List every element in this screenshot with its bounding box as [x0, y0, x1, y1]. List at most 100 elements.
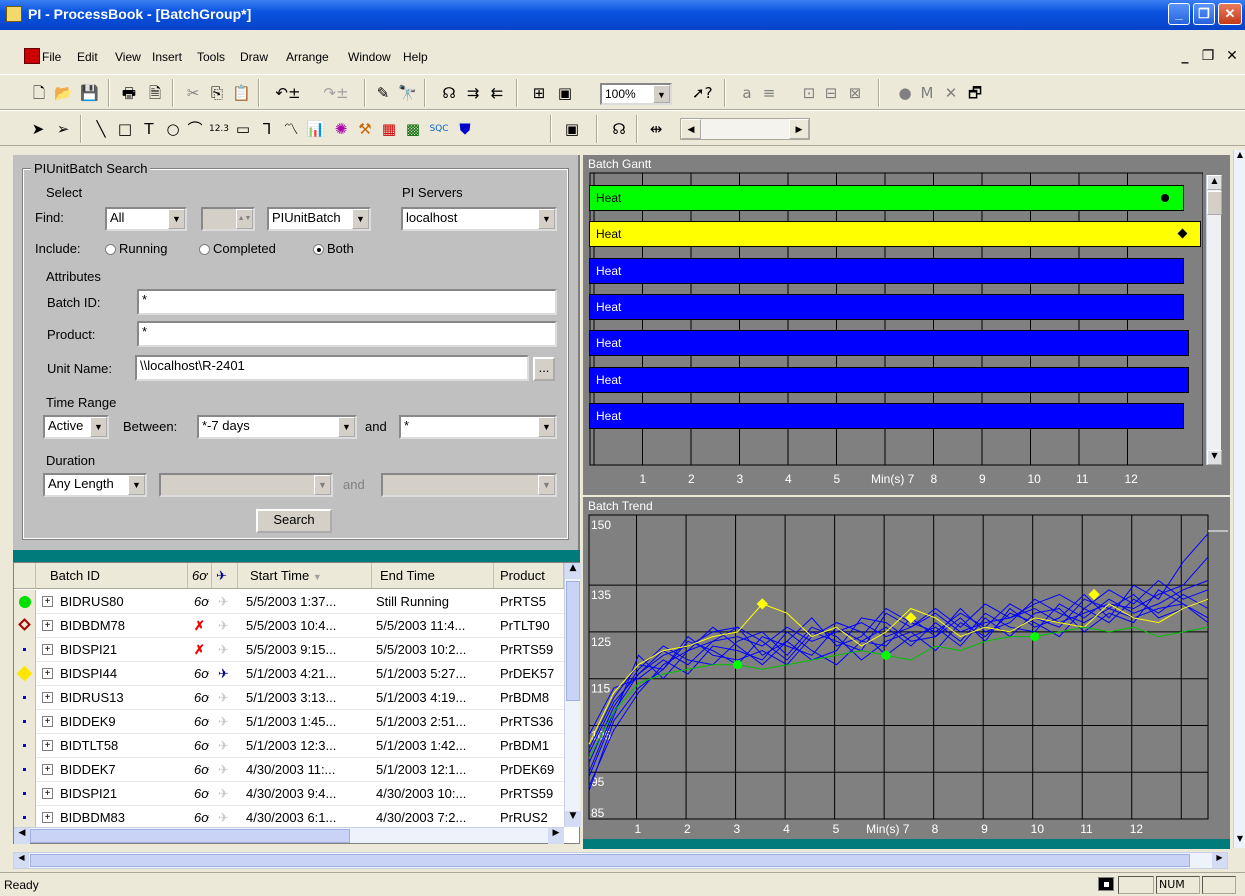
table-row[interactable]: + BIDBDM78 ✗ ✈ 5/5/2003 10:4... 5/5/2003 11:4… [14, 614, 564, 638]
connector-icon[interactable]: ⅂ [258, 119, 276, 139]
text-tool-icon[interactable]: T [140, 119, 158, 139]
glasses-icon[interactable]: 6ơ [194, 590, 209, 614]
glasses-icon[interactable]: 6ơ [194, 686, 209, 710]
display-icon[interactable]: ▣ [562, 119, 582, 139]
time-mode-select[interactable]: Active ▼ [43, 415, 109, 439]
chart-icon[interactable]: ▦ [380, 119, 398, 139]
gantt-vertical-scrollbar[interactable]: ▲ ▼ [1206, 175, 1222, 465]
rectangle-icon[interactable]: □ [116, 119, 134, 139]
duration-min-select[interactable]: ▼ [159, 473, 333, 497]
expand-icon[interactable]: + [42, 668, 53, 679]
table-row[interactable]: + BIDSPI21 ✗ ✈ 5/5/2003 9:15... 5/5/2003 10:2… [14, 638, 564, 662]
menu-insert[interactable]: Insert [152, 50, 182, 64]
mdi-restore-button[interactable]: ❐ [1198, 48, 1218, 66]
menu-file[interactable]: File [42, 50, 61, 64]
gantt-bar[interactable]: Heat [589, 185, 1184, 211]
scroll-left-icon[interactable]: ◀ [14, 828, 30, 844]
paste-icon[interactable]: 📋 [232, 83, 251, 103]
expand-icon[interactable]: + [42, 716, 53, 727]
menu-draw[interactable]: Draw [240, 50, 268, 64]
table-row[interactable]: + BIDSPI21 6ơ ✈ 4/30/2003 9:4... 4/30/2003 10… [14, 782, 564, 806]
scroll-left-icon[interactable]: ◀ [14, 853, 29, 868]
record-icon[interactable]: ● [896, 83, 914, 103]
menu-tools[interactable]: Tools [197, 50, 225, 64]
find-select[interactable]: All ▼ [105, 207, 187, 231]
expand-icon[interactable]: + [42, 740, 53, 751]
zoom-select[interactable]: 100% ▼ [600, 83, 672, 105]
glasses-icon[interactable]: 6ơ [194, 734, 209, 758]
table-row[interactable]: + BIDTLT58 6ơ ✈ 5/1/2003 12:3... 5/1/2003 1:4… [14, 734, 564, 758]
table-row[interactable]: + BIDDEK9 6ơ ✈ 5/1/2003 1:45... 5/1/2003 2:51… [14, 710, 564, 734]
scroll-down-icon[interactable]: ▼ [565, 811, 581, 827]
splitter[interactable] [13, 550, 580, 562]
run-mode-icon[interactable]: ➢ [54, 119, 72, 139]
trend-off-icon[interactable]: ✈ [218, 590, 229, 614]
scroll-thumb[interactable] [566, 581, 580, 701]
save-icon[interactable]: 💾 [80, 83, 99, 103]
sqc-icon[interactable]: SQC [428, 119, 450, 139]
scroll-thumb-horizontal[interactable] [30, 829, 350, 843]
end-time-select[interactable]: * ▼ [399, 415, 557, 439]
select-arrow-icon[interactable]: ➤ [30, 119, 46, 139]
menu-window[interactable]: Window [348, 50, 391, 64]
table-row[interactable]: + BIDDEK7 6ơ ✈ 4/30/2003 11:... 5/1/2003 12:1… [14, 758, 564, 782]
batch-type-select[interactable]: PIUnitBatch ▼ [267, 207, 371, 231]
gantt-bar[interactable]: Heat [589, 257, 1184, 284]
batch-id-field[interactable]: * [137, 289, 557, 315]
column-header-batch-id[interactable]: Batch ID [36, 563, 188, 589]
gantt-bar[interactable]: Heat [589, 402, 1184, 429]
window-icon[interactable]: ▣ [556, 83, 574, 103]
maximize-button[interactable]: ❐ [1193, 3, 1215, 25]
browse-unit-button[interactable]: ... [533, 357, 555, 381]
find-count-spinner[interactable]: ▲▼ [201, 207, 255, 231]
arc-icon[interactable]: ⌒ [186, 119, 204, 139]
group-icon[interactable]: ⊡ [800, 83, 818, 103]
ungroup-icon[interactable]: ⊟ [822, 83, 840, 103]
trend-column-icon[interactable]: ✈ [212, 563, 238, 589]
mdi-minimize-button[interactable]: _ [1175, 48, 1195, 66]
tools-icon[interactable]: ⚒ [356, 119, 374, 139]
glasses-off-icon[interactable]: ✗ [194, 614, 205, 638]
document-horizontal-scrollbar[interactable]: ◀ ▶ [13, 852, 1228, 869]
trend-off-icon[interactable]: ✈ [218, 638, 229, 662]
new-icon[interactable]: 🗋 [30, 83, 48, 103]
scroll-down-icon[interactable]: ▼ [1234, 834, 1245, 848]
column-header-end-time[interactable]: End Time [372, 563, 494, 589]
table-row[interactable]: + BIDSPI44 6ơ ✈ 5/1/2003 4:21... 5/1/2003 5:2… [14, 662, 564, 686]
expand-icon[interactable]: + [42, 788, 53, 799]
scroll-thumb[interactable] [1207, 191, 1222, 215]
column-header-start-time[interactable]: Start Time ▼ [238, 563, 372, 589]
batch-icon[interactable]: ⛊ [456, 119, 474, 139]
start-time-select[interactable]: *-7 days ▼ [197, 415, 357, 439]
order-icon[interactable]: ⊠ [846, 83, 864, 103]
document-vertical-scrollbar[interactable]: ▲ ▼ [1233, 150, 1245, 848]
include-running-radio[interactable]: Running [105, 241, 167, 256]
scroll-up-icon[interactable]: ▲ [1234, 150, 1245, 164]
glasses-off-icon[interactable]: ✗ [194, 638, 205, 662]
scroll-right-icon[interactable]: ▶ [548, 828, 564, 844]
layout-icon[interactable]: ⊞ [530, 83, 548, 103]
trend-off-icon[interactable]: ✈ [218, 782, 229, 806]
trend-off-icon[interactable]: ✈ [218, 614, 229, 638]
pi-icon[interactable]: ☊ [440, 83, 458, 103]
time-scrollbar[interactable]: ◀ ▶ [680, 118, 810, 140]
delete-icon[interactable]: ✕ [942, 83, 960, 103]
close-button[interactable]: ✕ [1218, 3, 1242, 25]
gantt-bar[interactable]: Heat [589, 221, 1201, 248]
find-icon[interactable]: 🔭 [398, 83, 417, 103]
gantt-bar[interactable]: Heat [589, 330, 1189, 357]
text-icon[interactable]: a [740, 83, 754, 103]
copy-icon[interactable]: ⎘ [208, 83, 226, 103]
align-icon[interactable]: ≡ [762, 83, 776, 103]
print-preview-icon[interactable]: 🗎 [146, 83, 164, 103]
help-pointer-icon[interactable]: ➚? [692, 83, 713, 103]
undo-icon[interactable]: ↶± [268, 83, 308, 103]
mdi-close-button[interactable]: ✕ [1222, 48, 1242, 66]
column-header-product[interactable]: Product [494, 563, 564, 589]
expand-icon[interactable]: + [42, 644, 53, 655]
cut-icon[interactable]: ✂ [184, 83, 202, 103]
table-row[interactable]: + BIDRUS13 6ơ ✈ 5/1/2003 3:13... 5/1/2003 4:1… [14, 686, 564, 710]
unit-name-field[interactable]: \\localhost\R-2401 [135, 355, 529, 381]
scroll-right-icon[interactable]: ▶ [1212, 853, 1227, 868]
expand-icon[interactable]: + [42, 764, 53, 775]
